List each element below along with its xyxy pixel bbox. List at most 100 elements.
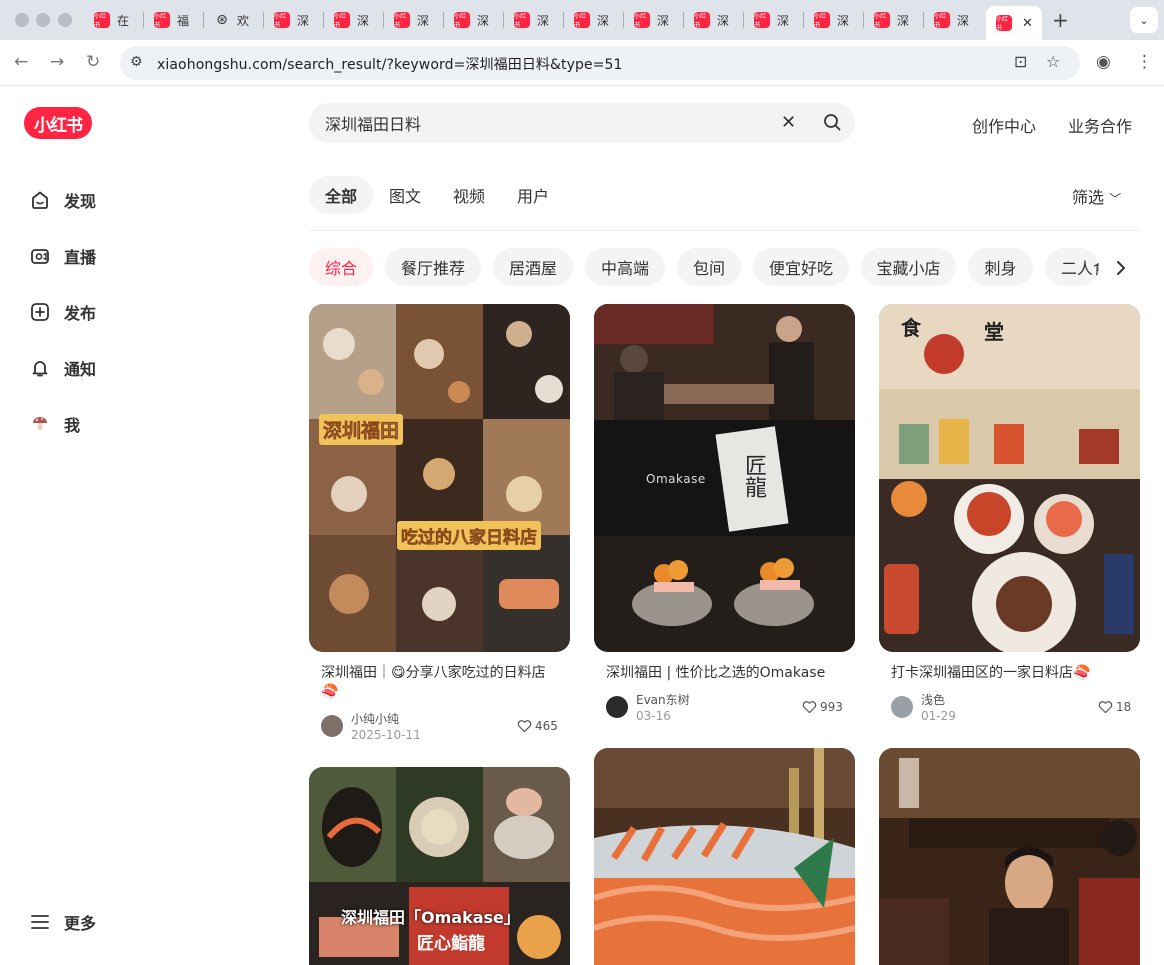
- sidebar-item-discover[interactable]: 发现: [29, 188, 96, 212]
- tab-users[interactable]: 用户: [517, 176, 549, 214]
- author-avatar[interactable]: [891, 696, 913, 718]
- author-name[interactable]: Evan东树: [636, 691, 690, 708]
- like-button[interactable]: 18: [1098, 700, 1131, 714]
- note-card[interactable]: [879, 748, 1140, 965]
- bell-icon: [29, 357, 51, 379]
- like-button[interactable]: 465: [517, 719, 558, 733]
- window-minimize-button[interactable]: [36, 13, 50, 27]
- note-title[interactable]: 打卡深圳福田区的一家日料店🍣: [891, 664, 1131, 683]
- chip-restaurant[interactable]: 餐厅推荐: [385, 248, 481, 286]
- search-bar: ✕: [309, 103, 855, 143]
- heart-icon: [802, 701, 817, 714]
- site-settings-icon[interactable]: ⚙: [130, 54, 143, 70]
- tab-image-text[interactable]: 图文: [389, 176, 421, 214]
- browser-menu-icon[interactable]: ⋮: [1136, 52, 1153, 72]
- author-name[interactable]: 浅色: [921, 691, 945, 708]
- install-app-icon[interactable]: ⊡: [1014, 52, 1027, 71]
- business-cooperation-link[interactable]: 业务合作: [1068, 113, 1132, 137]
- browser-tab[interactable]: 小红书深: [804, 6, 864, 34]
- chips-next-button[interactable]: [1108, 256, 1134, 280]
- sidebar-item-me[interactable]: 我: [29, 412, 80, 436]
- plus-icon: [29, 301, 51, 323]
- xiaohongshu-favicon-icon: 小红书: [94, 12, 110, 29]
- forward-arrow-icon[interactable]: →: [50, 52, 64, 72]
- tab-search-button[interactable]: ⌄: [1130, 7, 1158, 33]
- like-button[interactable]: 993: [802, 700, 843, 714]
- browser-tab[interactable]: ⊛ 欢: [204, 6, 264, 34]
- tab-close-icon[interactable]: ✕: [1022, 16, 1033, 31]
- cover-overlay-text: 深圳福田: [319, 414, 404, 445]
- browser-tab[interactable]: 小红书深: [384, 6, 444, 34]
- note-cover-image[interactable]: [309, 304, 570, 652]
- chip-comprehensive[interactable]: 综合: [309, 248, 373, 286]
- profile-icon[interactable]: ◉: [1096, 52, 1111, 72]
- xiaohongshu-favicon-icon: 小红书: [754, 12, 770, 29]
- browser-tab[interactable]: 小红书深: [744, 6, 804, 34]
- browser-tab[interactable]: 小红书深: [624, 6, 684, 34]
- browser-tab[interactable]: 小红书深: [684, 6, 744, 34]
- browser-tab[interactable]: 小红书深: [324, 6, 384, 34]
- note-title[interactable]: 深圳福田｜😋分享八家吃过的日料店🍣: [321, 664, 561, 702]
- creator-center-link[interactable]: 创作中心: [972, 113, 1036, 137]
- tab-video[interactable]: 视频: [453, 176, 485, 214]
- sidebar-item-live[interactable]: 直播: [29, 244, 96, 268]
- note-card[interactable]: 食 堂 打卡深圳福田区的一家日料店🍣 浅色 01-29 18: [879, 304, 1140, 729]
- url-text[interactable]: xiaohongshu.com/search_result/?keyword=深…: [157, 54, 623, 74]
- note-date: 01-29: [921, 709, 956, 723]
- new-tab-button[interactable]: +: [1052, 8, 1069, 32]
- clear-search-icon[interactable]: ✕: [781, 112, 796, 133]
- browser-toolbar: ← → ↻ ⚙ xiaohongshu.com/search_result/?k…: [0, 40, 1164, 86]
- window-zoom-button[interactable]: [58, 13, 72, 27]
- window-close-button[interactable]: [15, 13, 29, 27]
- xiaohongshu-favicon-icon: 小红书: [394, 12, 410, 29]
- browser-tab[interactable]: 小红书深: [444, 6, 504, 34]
- note-cover-image[interactable]: [594, 748, 855, 965]
- chevron-right-icon: [1117, 261, 1125, 275]
- browser-tab[interactable]: 小红书福: [144, 6, 204, 34]
- chip-private-room[interactable]: 包间: [677, 248, 741, 286]
- note-card[interactable]: Omakase 匠龍 深圳福田 | 性价比之选的Omakase Evan东树 0…: [594, 304, 855, 729]
- search-input[interactable]: [325, 112, 765, 134]
- browser-tab[interactable]: 小红书深: [564, 6, 624, 34]
- chip-cheap-tasty[interactable]: 便宜好吃: [753, 248, 849, 286]
- note-card[interactable]: [594, 748, 855, 965]
- tab-all[interactable]: 全部: [309, 176, 373, 214]
- author-avatar[interactable]: [321, 715, 343, 737]
- chip-for-two[interactable]: 二人食: [1045, 248, 1099, 286]
- browser-tab[interactable]: 小红书深: [864, 6, 924, 34]
- browser-tab[interactable]: 小红书深: [924, 6, 986, 34]
- browser-tab[interactable]: 小红书深: [504, 6, 564, 34]
- reload-icon[interactable]: ↻: [86, 52, 100, 72]
- address-bar[interactable]: ⚙ xiaohongshu.com/search_result/?keyword…: [120, 46, 1080, 80]
- browser-tab[interactable]: 小红书在: [84, 6, 144, 34]
- bookmark-star-icon[interactable]: ☆: [1046, 52, 1060, 71]
- sidebar-item-notifications[interactable]: 通知: [29, 356, 96, 380]
- search-icon[interactable]: [821, 111, 843, 137]
- chip-izakaya[interactable]: 居酒屋: [493, 248, 573, 286]
- note-cover-image[interactable]: [594, 304, 855, 652]
- xiaohongshu-logo[interactable]: 小红书: [24, 107, 92, 139]
- author-avatar[interactable]: [606, 696, 628, 718]
- xiaohongshu-favicon-icon: 小红书: [574, 12, 590, 29]
- xiaohongshu-favicon-icon: 小红书: [154, 12, 170, 29]
- note-cover-image[interactable]: [879, 748, 1140, 965]
- chip-sashimi[interactable]: 刺身: [968, 248, 1033, 286]
- browser-tab[interactable]: 小红书深: [264, 6, 324, 34]
- filter-button[interactable]: 筛选 ﹀: [1072, 184, 1121, 208]
- note-date: 03-16: [636, 709, 671, 723]
- back-arrow-icon[interactable]: ←: [14, 52, 28, 72]
- note-cover-image[interactable]: [879, 304, 1140, 652]
- sidebar-item-more[interactable]: 更多: [29, 910, 96, 934]
- note-title[interactable]: 深圳福田 | 性价比之选的Omakase: [606, 664, 846, 683]
- chip-hidden-gem[interactable]: 宝藏小店: [861, 248, 956, 286]
- author-name[interactable]: 小纯小纯: [351, 710, 399, 727]
- note-card[interactable]: 深圳福田「Omakase」 匠心鮨龍: [309, 767, 570, 965]
- xiaohongshu-favicon-icon: 小红书: [694, 12, 710, 29]
- sidebar-item-publish[interactable]: 发布: [29, 300, 96, 324]
- home-icon: [29, 189, 51, 211]
- cover-overlay-text: 深圳福田「Omakase」: [341, 908, 520, 927]
- chip-mid-high-end[interactable]: 中高端: [585, 248, 665, 286]
- note-card[interactable]: 深圳福田 吃过的八家日料店 深圳福田｜😋分享八家吃过的日料店🍣 小纯小纯 202…: [309, 304, 570, 744]
- xiaohongshu-favicon-icon: 小红书: [814, 12, 830, 29]
- browser-tab-active[interactable]: 小红书 ✕: [986, 6, 1042, 40]
